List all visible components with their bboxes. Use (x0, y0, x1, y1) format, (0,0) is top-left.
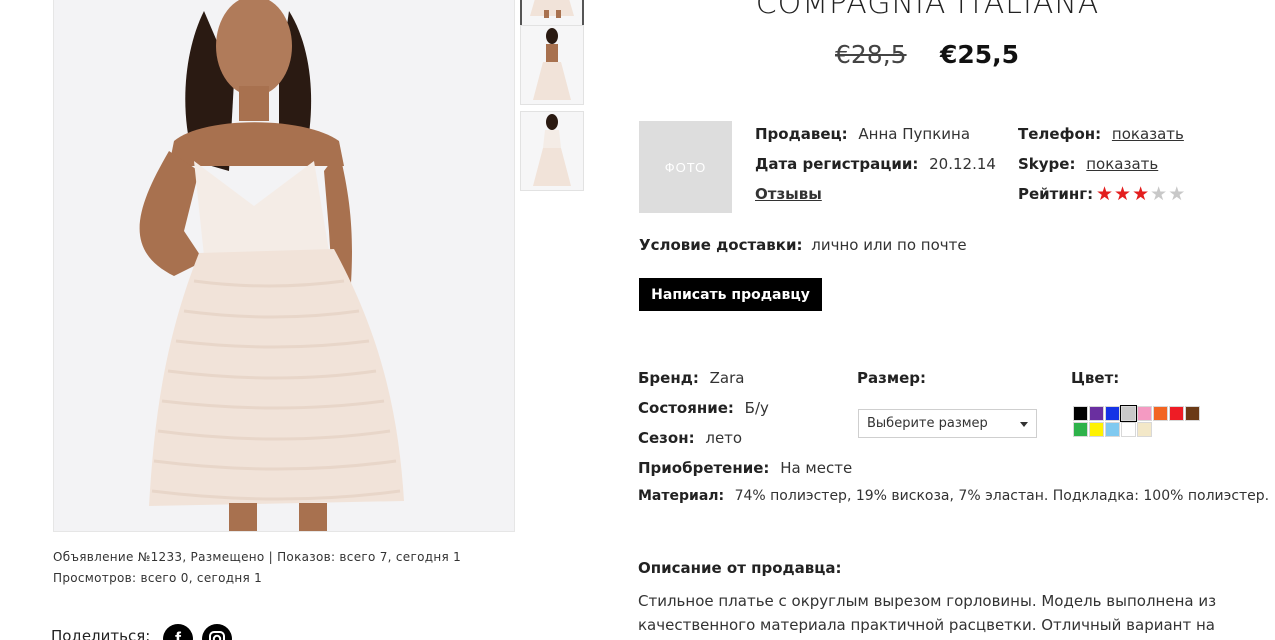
facebook-icon[interactable]: f (163, 624, 193, 640)
product-main-photo[interactable] (53, 0, 515, 532)
skype-row: Skype: показать (1018, 155, 1158, 173)
size-select-value: Выберите размер (867, 416, 988, 431)
material-value: 74% полиэстер, 19% вискоза, 7% эластан. … (734, 488, 1270, 504)
size-select[interactable]: Выберите размер (858, 409, 1037, 438)
star-icon: ★ (1132, 184, 1151, 205)
color-swatch[interactable] (1089, 422, 1104, 437)
reviews-row: Отзывы (755, 185, 822, 203)
show-phone-link[interactable]: показать (1112, 125, 1184, 143)
material-row: Материал: 74% полиэстер, 19% вискоза, 7%… (638, 488, 1269, 504)
season-row: Сезон: лето (638, 429, 742, 447)
thumbnail-3[interactable] (520, 111, 584, 191)
dress-model-image (54, 0, 514, 531)
rating-stars: ★★★★★ (1096, 183, 1186, 206)
color-swatch[interactable] (1105, 422, 1120, 437)
listing-meta-line2: Просмотров: всего 0, сегодня 1 (53, 571, 263, 585)
description-text: Стильное платье с округлым вырезом горло… (638, 592, 1217, 634)
star-icon: ★ (1114, 184, 1133, 205)
color-swatch[interactable] (1073, 422, 1088, 437)
instagram-glyph (209, 631, 225, 640)
brand-value: Zara (709, 369, 745, 387)
star-icon: ★ (1096, 184, 1115, 205)
size-label: Размер: (857, 369, 927, 387)
registration-date: 20.12.14 (929, 155, 996, 173)
purchase-value: На месте (780, 459, 853, 477)
season-label: Сезон: (638, 429, 695, 447)
condition-label: Состояние: (638, 399, 734, 417)
share-label: Поделиться: (51, 627, 151, 640)
condition-value: Б/у (744, 399, 769, 417)
purchase-label: Приобретение: (638, 459, 770, 477)
phone-row: Телефон: показать (1018, 125, 1184, 143)
thumbnail-image (530, 0, 574, 18)
rating-label: Рейтинг: (1018, 185, 1094, 203)
season-value: лето (705, 429, 743, 447)
color-swatch[interactable] (1137, 406, 1152, 421)
description-title: Описание от продавца: (638, 559, 842, 577)
skype-label: Skype: (1018, 155, 1076, 173)
seller-name: Анна Пупкина (858, 125, 971, 143)
delivery-label: Условие доставки: (639, 236, 803, 254)
brand-label: Бренд: (638, 369, 699, 387)
seller-label: Продавец: (755, 125, 848, 143)
new-price: €25,5 (940, 40, 1020, 69)
color-swatch[interactable] (1137, 422, 1152, 437)
show-skype-link[interactable]: показать (1086, 155, 1158, 173)
seller-name-row: Продавец: Анна Пупкина (755, 125, 970, 143)
color-swatch[interactable] (1089, 406, 1104, 421)
seller-photo-placeholder: ФОТО (639, 121, 732, 213)
star-icon: ★ (1150, 184, 1169, 205)
chevron-down-icon (1020, 422, 1028, 427)
thumbnail-image (533, 28, 571, 100)
reviews-link[interactable]: Отзывы (755, 185, 822, 203)
color-swatch[interactable] (1185, 406, 1200, 421)
listing-meta-line1: Объявление №1233, Размещено | Показов: в… (53, 550, 462, 564)
star-icon: ★ (1168, 184, 1187, 205)
color-swatch[interactable] (1121, 422, 1136, 437)
brand-row: Бренд: Zara (638, 369, 744, 387)
thumbnail-2[interactable] (520, 25, 584, 105)
delivery-value: лично или по почте (811, 236, 967, 254)
color-swatch[interactable] (1169, 406, 1184, 421)
registration-row: Дата регистрации: 20.12.14 (755, 155, 996, 173)
old-price: €28,5 (835, 40, 907, 69)
color-swatch[interactable] (1153, 406, 1168, 421)
registration-label: Дата регистрации: (755, 155, 919, 173)
color-swatch[interactable] (1105, 406, 1120, 421)
write-seller-button[interactable]: Написать продавцу (639, 278, 822, 311)
instagram-icon[interactable] (202, 624, 232, 640)
product-title: COMPAGNIA ITALIANA (755, 0, 1100, 21)
delivery-row: Условие доставки: лично или по почте (639, 236, 967, 254)
condition-row: Состояние: Б/у (638, 399, 769, 417)
purchase-row: Приобретение: На месте (638, 459, 852, 477)
rating-row: Рейтинг: (1018, 185, 1093, 203)
color-label: Цвет: (1071, 369, 1120, 387)
thumbnail-image (533, 114, 571, 186)
color-swatch[interactable] (1120, 405, 1137, 422)
color-swatches (1073, 405, 1200, 437)
material-label: Материал: (638, 488, 725, 504)
color-swatch[interactable] (1073, 406, 1088, 421)
phone-label: Телефон: (1018, 125, 1102, 143)
